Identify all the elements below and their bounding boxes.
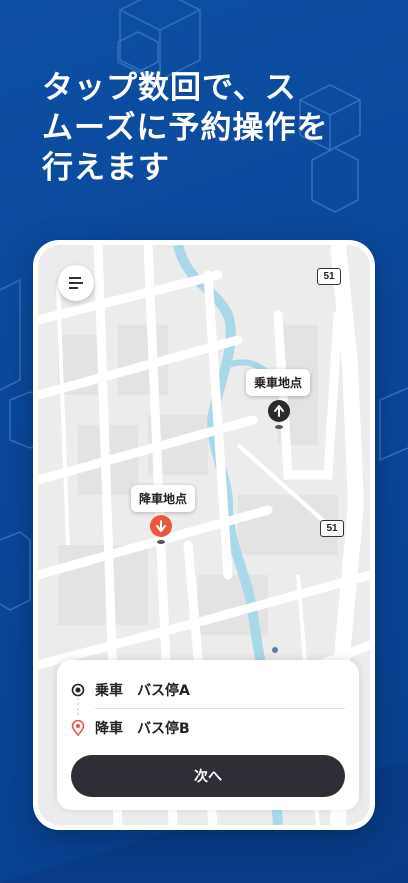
pickup-pin-shadow xyxy=(275,425,283,429)
next-button[interactable]: 次へ xyxy=(71,755,345,797)
dropoff-pin-shadow xyxy=(157,540,165,544)
headline: タップ数回で、ス ムーズに予約操作を 行えます xyxy=(42,70,329,186)
map-view[interactable]: 51 51 乗車地点 降車地点 乗車 バス停A 降車 バス停B 次へ xyxy=(38,245,370,825)
route-number-badge: 51 xyxy=(317,268,341,285)
dropoff-stop-name: バス停B xyxy=(137,721,190,737)
route-number-badge: 51 xyxy=(320,520,344,537)
dropoff-kind-label: 降車 xyxy=(95,721,123,737)
phone-frame: 51 51 乗車地点 降車地点 乗車 バス停A 降車 バス停B 次へ xyxy=(33,240,375,830)
dropoff-callout: 降車地点 xyxy=(131,485,196,512)
menu-icon xyxy=(69,277,83,289)
pickup-callout: 乗車地点 xyxy=(246,369,311,396)
pickup-kind-label: 乗車 xyxy=(95,683,123,699)
arrow-down-icon xyxy=(156,520,166,532)
pickup-pin[interactable] xyxy=(268,400,290,422)
dropoff-row[interactable]: 降車 バス停B xyxy=(71,718,190,738)
pickup-radio-icon xyxy=(71,683,85,697)
route-connector xyxy=(77,698,79,718)
pickup-row[interactable]: 乗車 バス停A xyxy=(71,680,190,700)
dropoff-pin[interactable] xyxy=(150,515,172,537)
menu-button[interactable] xyxy=(58,265,94,301)
location-pin-icon xyxy=(71,720,85,736)
divider xyxy=(95,708,345,709)
pickup-stop-name: バス停A xyxy=(137,683,190,699)
booking-sheet: 乗車 バス停A 降車 バス停B 次へ xyxy=(57,660,359,810)
arrow-up-icon xyxy=(274,405,284,417)
